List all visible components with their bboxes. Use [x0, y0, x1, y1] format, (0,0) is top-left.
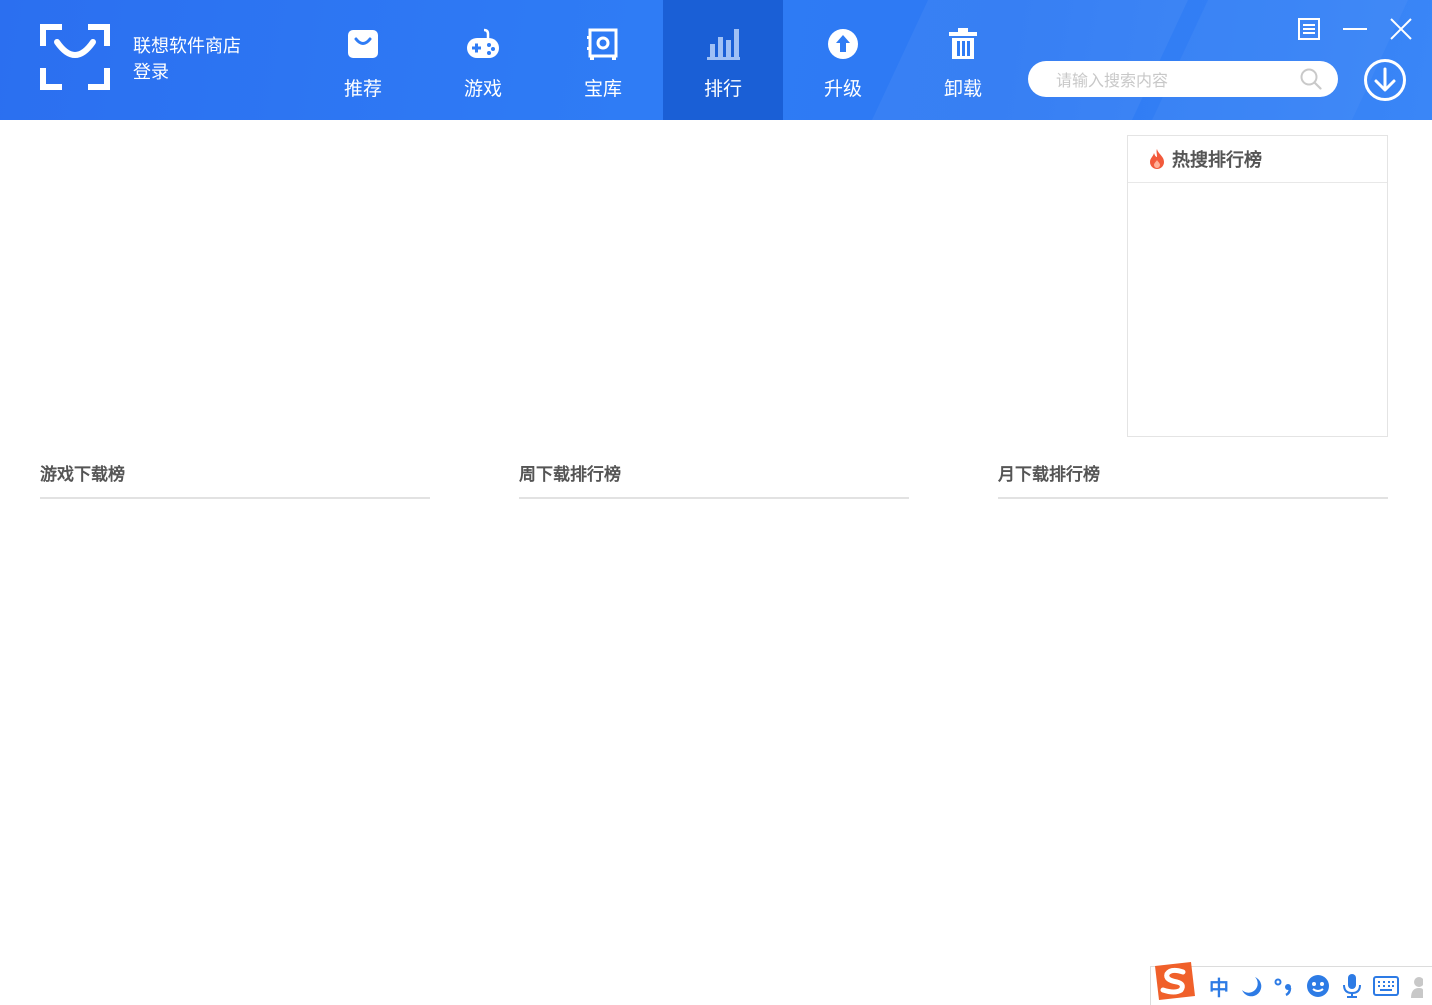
moon-icon[interactable]: [1239, 974, 1263, 998]
upgrade-arrow-icon: [825, 26, 861, 62]
game-download-ranking: 游戏下载榜: [40, 463, 430, 499]
punctuation-icon[interactable]: [1273, 974, 1295, 998]
close-icon[interactable]: [1388, 16, 1414, 42]
search-box: [1028, 61, 1338, 99]
bag-icon: [345, 26, 381, 62]
nav-tab-recommend[interactable]: 推荐: [303, 0, 423, 120]
keyboard-icon[interactable]: [1373, 975, 1399, 997]
trash-icon: [945, 26, 981, 62]
login-link[interactable]: 登录: [133, 60, 241, 86]
app-name: 联想软件商店: [133, 36, 241, 57]
ime-mode-toggle[interactable]: 中: [1209, 972, 1229, 1001]
menu-icon[interactable]: [1296, 16, 1322, 42]
section-title: 游戏下载榜: [40, 463, 430, 499]
emoji-icon[interactable]: [1305, 973, 1331, 999]
nav-tab-label: 宝库: [583, 78, 622, 100]
nav-tab-label: 升级: [823, 78, 862, 100]
nav-tab-label: 推荐: [343, 78, 382, 100]
nav-tab-uninstall[interactable]: 卸载: [903, 0, 1023, 120]
weekly-download-ranking: 周下载排行榜: [519, 463, 909, 499]
download-manager-icon[interactable]: [1363, 58, 1407, 102]
hot-search-panel: 热搜排行榜: [1127, 135, 1388, 437]
flame-icon: [1150, 149, 1164, 169]
brand-block: 联想软件商店 登录: [133, 34, 241, 86]
nav-tab-label: 卸载: [943, 78, 982, 100]
search-input[interactable]: [1054, 61, 1298, 99]
nav-tab-games[interactable]: 游戏: [423, 0, 543, 120]
app-logo: [40, 24, 110, 90]
vault-icon: [585, 26, 621, 62]
nav-tab-upgrade[interactable]: 升级: [783, 0, 903, 120]
monthly-download-ranking: 月下载排行榜: [998, 463, 1388, 499]
nav-tab-label: 游戏: [463, 78, 502, 100]
nav-tab-vault[interactable]: 宝库: [543, 0, 663, 120]
sogou-logo-icon[interactable]: [1151, 962, 1199, 1002]
gamepad-icon: [465, 26, 501, 62]
nav-tab-label: 排行: [703, 78, 742, 100]
search-icon[interactable]: [1300, 68, 1322, 90]
section-title: 周下载排行榜: [519, 463, 909, 499]
main-nav: 推荐 游戏 宝库 排行 升级 卸载: [303, 0, 1023, 120]
user-icon[interactable]: [1409, 974, 1423, 998]
nav-tab-ranking[interactable]: 排行: [663, 0, 783, 120]
hot-search-title: 热搜排行榜: [1172, 150, 1262, 171]
bar-chart-icon: [705, 26, 741, 62]
minimize-icon[interactable]: [1342, 16, 1368, 42]
hot-search-header: 热搜排行榜: [1128, 136, 1387, 183]
ime-toolbar: 中: [1150, 962, 1432, 1005]
section-title: 月下载排行榜: [998, 463, 1388, 499]
microphone-icon[interactable]: [1341, 973, 1363, 999]
top-bar: 联想软件商店 登录 推荐 游戏 宝库 排行 升级 卸载 请输入搜索内容: [0, 0, 1432, 120]
